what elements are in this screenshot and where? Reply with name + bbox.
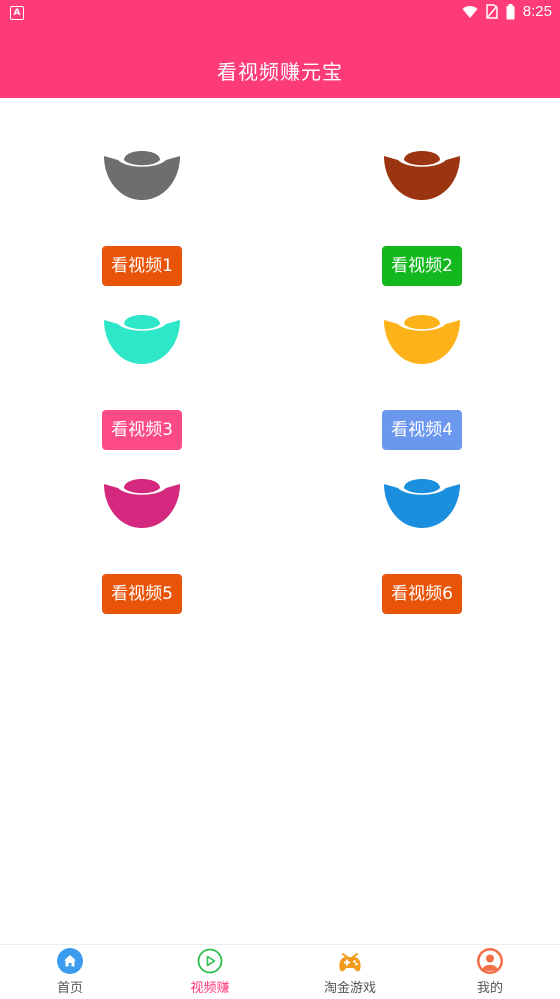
- video-card-1: 看视频1: [42, 146, 242, 306]
- gold-ingot-icon: [384, 151, 460, 200]
- video-card-2: 看视频2: [322, 146, 522, 306]
- tab-home-label: 首页: [56, 981, 83, 996]
- tab-gold-game[interactable]: 淘金游戏: [280, 945, 420, 999]
- watch-video-3-button[interactable]: 看视频3: [102, 410, 182, 450]
- video-card-4: 看视频4: [322, 310, 522, 470]
- video-card-3: 看视频3: [42, 310, 242, 470]
- video-card-5: 看视频5: [42, 474, 242, 634]
- video-card-6: 看视频6: [322, 474, 522, 634]
- notification-icon: A: [10, 6, 24, 20]
- wifi-icon: [462, 5, 478, 18]
- watch-video-4-button[interactable]: 看视频4: [382, 410, 462, 450]
- tab-home[interactable]: 首页: [0, 945, 140, 999]
- tab-mine[interactable]: 我的: [420, 945, 560, 999]
- gold-ingot-icon: [104, 151, 180, 200]
- tab-video-earn[interactable]: 视频赚: [140, 945, 280, 999]
- clock: 8:25: [522, 3, 552, 20]
- status-bar: A 8:25: [0, 0, 560, 26]
- gold-ingot-icon: [104, 479, 180, 528]
- watch-video-6-button[interactable]: 看视频6: [382, 574, 462, 614]
- gamepad-icon: [339, 953, 361, 972]
- tab-gold-game-label: 淘金游戏: [323, 981, 376, 996]
- watch-video-1-button[interactable]: 看视频1: [102, 246, 182, 286]
- watch-video-2-button[interactable]: 看视频2: [382, 246, 462, 286]
- gold-ingot-icon: [384, 479, 460, 528]
- bottom-tab-bar: 首页 视频赚 淘金游戏 我的: [0, 944, 560, 999]
- user-avatar-icon: [477, 948, 503, 974]
- gold-ingot-icon: [104, 315, 180, 364]
- app-header: A 8:25 看视频赚元宝: [0, 0, 560, 98]
- watch-video-5-button[interactable]: 看视频5: [102, 574, 182, 614]
- home-icon: [57, 948, 83, 974]
- page-title: 看视频赚元宝: [217, 60, 343, 84]
- battery-icon: [506, 3, 515, 19]
- gold-ingot-icon: [384, 315, 460, 364]
- tab-mine-label: 我的: [476, 981, 503, 996]
- tab-video-earn-label: 视频赚: [190, 981, 230, 996]
- no-sim-icon: [486, 4, 498, 19]
- play-circle-icon: [197, 948, 223, 974]
